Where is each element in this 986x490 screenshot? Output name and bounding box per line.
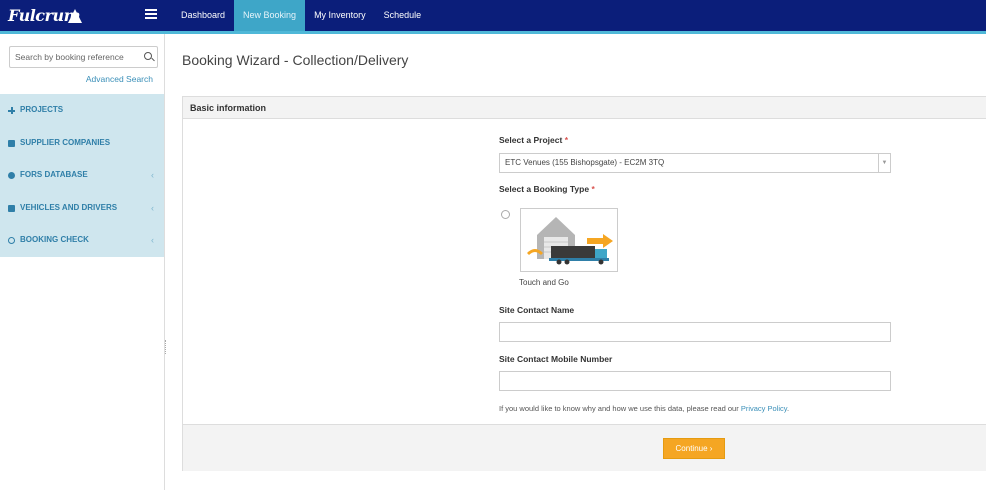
sidebar-item-label: VEHICLES AND DRIVERS bbox=[20, 202, 118, 212]
dropdown-arrow-icon: ▼ bbox=[878, 154, 890, 172]
hamburger-menu-icon[interactable] bbox=[145, 9, 157, 21]
required-mark: * bbox=[564, 135, 568, 145]
required-mark: * bbox=[591, 184, 595, 194]
truck-icon bbox=[8, 204, 15, 212]
touch-and-go-option[interactable] bbox=[520, 208, 618, 272]
nav-schedule[interactable]: Schedule bbox=[375, 0, 431, 31]
sidebar-item-label: BOOKING CHECK bbox=[20, 235, 89, 244]
sidebar-item-fors-database[interactable]: FORS DATABASE ‹ bbox=[0, 159, 164, 192]
panel-heading: Basic information bbox=[183, 97, 986, 119]
chevron-left-icon: ‹ bbox=[151, 170, 154, 180]
circle-icon bbox=[8, 172, 15, 179]
project-select-value: ETC Venues (155 Bishopsgate) - EC2M 3TQ bbox=[505, 158, 665, 167]
sidebar-item-label: PROJECTS bbox=[20, 105, 64, 114]
site-contact-name-label: Site Contact Name bbox=[499, 305, 575, 315]
privacy-notice: If you would like to know why and how we… bbox=[499, 404, 789, 413]
search-icon[interactable] bbox=[144, 52, 152, 60]
clock-icon bbox=[8, 237, 15, 244]
chevron-left-icon: ‹ bbox=[151, 235, 154, 245]
site-contact-name-input[interactable] bbox=[499, 322, 891, 342]
site-contact-mobile-input[interactable] bbox=[499, 371, 891, 391]
touch-and-go-label: Touch and Go bbox=[519, 278, 569, 287]
nav-new-booking[interactable]: New Booking bbox=[234, 0, 306, 31]
privacy-end: . bbox=[786, 404, 790, 413]
sidebar-resize-handle[interactable] bbox=[165, 340, 168, 354]
privacy-policy-link[interactable]: Privacy Policy bbox=[741, 404, 787, 413]
basic-information-panel: Basic information Select a Project * ETC… bbox=[182, 96, 986, 471]
sidebar-item-vehicles-and-drivers[interactable]: VEHICLES AND DRIVERS ‹ bbox=[0, 192, 164, 225]
booking-type-label: Select a Booking Type * bbox=[499, 184, 595, 194]
sidebar-item-label: FORS DATABASE bbox=[20, 170, 88, 179]
site-contact-mobile-label: Site Contact Mobile Number bbox=[499, 354, 613, 364]
booking-search-box bbox=[9, 46, 158, 68]
project-label: Select a Project * bbox=[499, 135, 568, 145]
main-nav: Dashboard New Booking My Inventory Sched… bbox=[172, 0, 430, 31]
nav-my-inventory[interactable]: My Inventory bbox=[305, 0, 375, 31]
sidebar-item-projects[interactable]: PROJECTS bbox=[0, 94, 164, 127]
sidebar-menu: PROJECTS SUPPLIER COMPANIES FORS DATABAS… bbox=[0, 94, 164, 257]
sidebar-item-label: SUPPLIER COMPANIES bbox=[20, 137, 111, 147]
privacy-text: If you would like to know why and how we… bbox=[499, 404, 741, 413]
booking-type-label-text: Select a Booking Type bbox=[499, 184, 590, 194]
chevron-left-icon: ‹ bbox=[151, 202, 154, 213]
logo-triangle-icon bbox=[68, 9, 82, 23]
booking-search-input[interactable] bbox=[10, 47, 135, 67]
sidebar-item-booking-check[interactable]: BOOKING CHECK ‹ bbox=[0, 224, 164, 257]
panel-footer: Continue › bbox=[183, 424, 986, 471]
projects-icon bbox=[8, 107, 15, 114]
project-select[interactable]: ETC Venues (155 Bishopsgate) - EC2M 3TQ … bbox=[499, 153, 891, 173]
project-label-text: Select a Project bbox=[499, 135, 563, 145]
advanced-search-link[interactable]: Advanced Search bbox=[86, 74, 153, 84]
logo-area: Fulcrum bbox=[0, 0, 165, 31]
truck-icon bbox=[8, 139, 15, 147]
sidebar-item-supplier-companies[interactable]: SUPPLIER COMPANIES bbox=[0, 127, 164, 160]
sidebar: Advanced Search PROJECTS SUPPLIER COMPAN… bbox=[0, 34, 165, 490]
continue-button[interactable]: Continue › bbox=[663, 438, 725, 459]
nav-dashboard[interactable]: Dashboard bbox=[172, 0, 234, 31]
page-title: Booking Wizard - Collection/Delivery bbox=[182, 52, 409, 68]
top-navigation-bar: Fulcrum Dashboard New Booking My Invento… bbox=[0, 0, 986, 34]
touch-and-go-radio[interactable] bbox=[501, 210, 510, 219]
warehouse-truck-icon bbox=[527, 217, 613, 265]
